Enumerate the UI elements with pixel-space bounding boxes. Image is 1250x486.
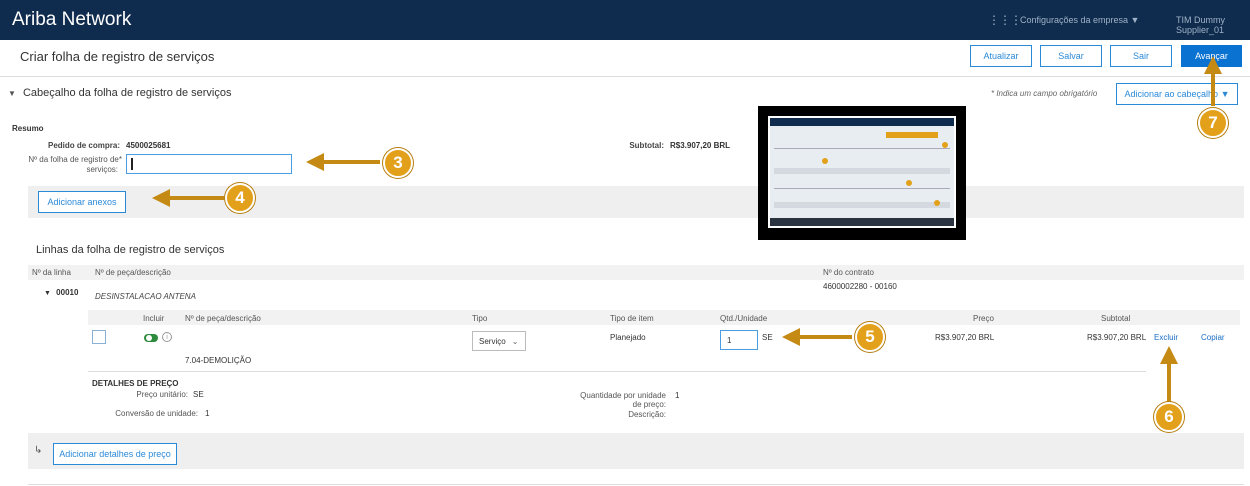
callout-7: 7 [1198,108,1228,138]
callout-5: 5 [855,322,885,352]
arrow-4-head [152,189,170,207]
arrow-3-shaft [322,160,380,164]
callout-4: 4 [225,183,255,213]
callout-3: 3 [383,148,413,178]
arrow-7-shaft [1211,72,1215,106]
arrow-5-head [782,328,800,346]
arrow-6-shaft [1167,362,1171,402]
arrow-7-head [1204,56,1222,74]
arrow-4-shaft [168,196,224,200]
callout-6: 6 [1154,402,1184,432]
arrow-5-shaft [800,335,852,339]
callout-arrows [152,56,1222,402]
arrow-3-head [306,153,324,171]
arrow-6-head [1160,346,1178,364]
